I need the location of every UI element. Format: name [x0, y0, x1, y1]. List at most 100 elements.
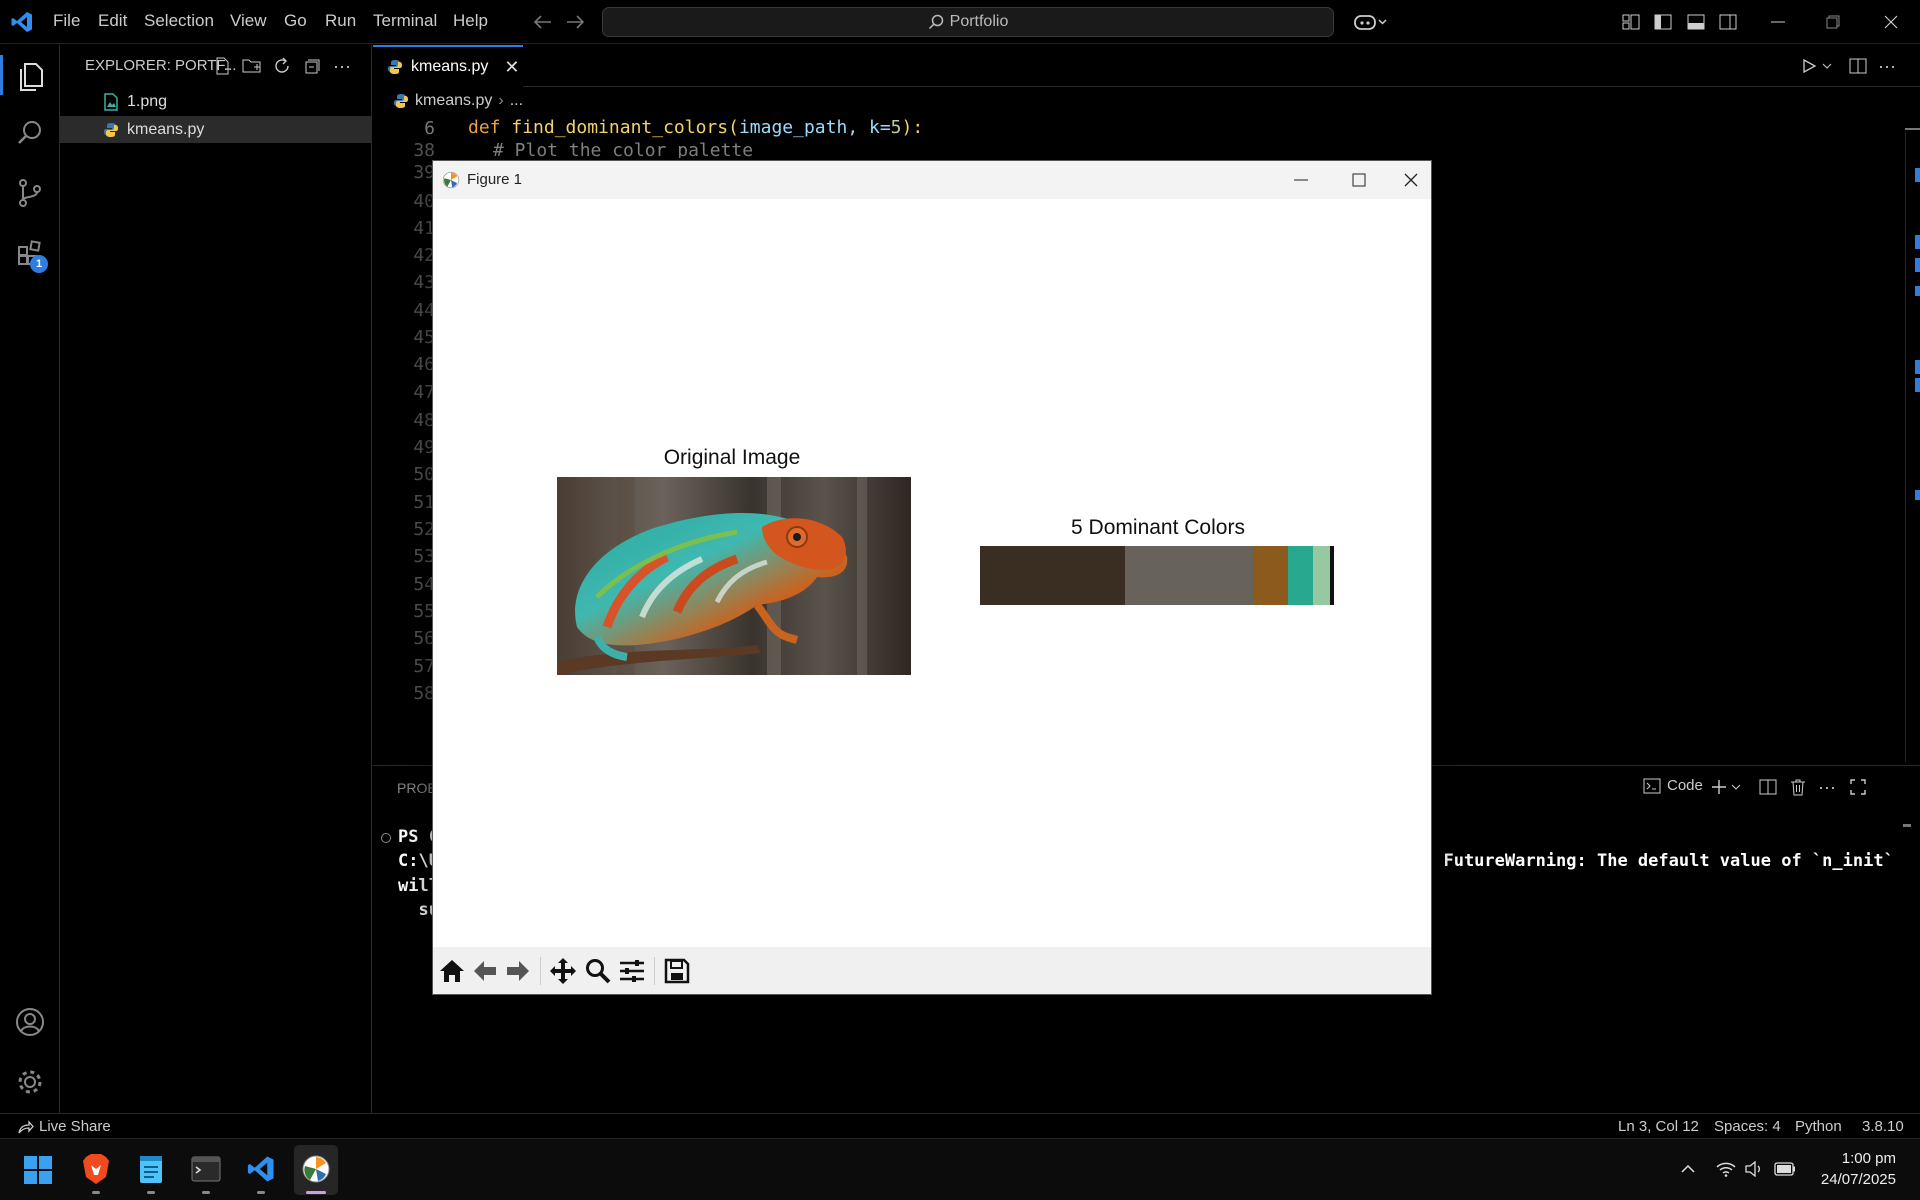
editor-scrollbar[interactable]	[1905, 132, 1906, 762]
minimize-window-icon[interactable]	[1763, 10, 1793, 34]
volume-icon[interactable]	[1742, 1157, 1766, 1181]
palette-swatch	[1312, 546, 1331, 605]
show-hidden-icons-chevron-up-icon[interactable]	[1676, 1157, 1700, 1181]
brave-browser-icon[interactable]	[78, 1151, 114, 1187]
menu-selection[interactable]: Selection	[144, 11, 214, 31]
taskbar-time[interactable]: 1:00 pm	[1808, 1150, 1896, 1167]
tab-problems[interactable]: PROB	[397, 780, 437, 796]
forward-arrow-icon[interactable]	[562, 10, 588, 34]
command-center-search[interactable]: Portfolio	[602, 7, 1334, 37]
command-center-label: Portfolio	[949, 13, 1009, 30]
breadcrumb-file[interactable]: kmeans.py	[415, 92, 492, 110]
restore-window-icon[interactable]	[1818, 10, 1848, 34]
wifi-icon[interactable]	[1714, 1157, 1738, 1181]
line-number: 51	[413, 492, 435, 513]
code-args: image_path, k=	[738, 117, 891, 138]
tab-kmeans-py[interactable]: kmeans.py ✕	[373, 45, 523, 87]
line-number: 47	[413, 382, 435, 403]
terminal-dropdown-chevron-down-icon[interactable]	[1729, 776, 1743, 798]
line-number: 54	[413, 574, 435, 595]
source-control-icon[interactable]	[10, 173, 50, 213]
figure-maximize-icon[interactable]	[1339, 165, 1379, 195]
windows-start-icon[interactable]	[20, 1152, 56, 1188]
maximize-panel-icon[interactable]	[1847, 776, 1869, 798]
menu-view[interactable]: View	[230, 11, 267, 31]
copilot-icon[interactable]	[1350, 9, 1390, 35]
new-file-icon[interactable]	[212, 55, 234, 77]
menu-terminal[interactable]: Terminal	[373, 11, 437, 31]
close-tab-icon[interactable]: ✕	[504, 57, 519, 78]
vscode-taskbar-icon[interactable]	[243, 1151, 279, 1187]
new-terminal-plus-icon[interactable]	[1709, 776, 1729, 798]
windows-taskbar: 1:00 pm 24/07/2025	[0, 1138, 1920, 1200]
kill-terminal-trash-icon[interactable]	[1787, 776, 1809, 798]
search-icon[interactable]	[10, 113, 50, 153]
figure-minimize-icon[interactable]	[1281, 165, 1321, 195]
battery-icon[interactable]	[1772, 1157, 1798, 1181]
explorer-icon[interactable]	[10, 57, 50, 97]
split-terminal-icon[interactable]	[1757, 776, 1779, 798]
toggle-secondary-sidebar-icon[interactable]	[1717, 11, 1739, 33]
matplotlib-figure-icon[interactable]	[298, 1151, 334, 1187]
menu-run[interactable]: Run	[325, 11, 356, 31]
notepad-icon[interactable]	[133, 1151, 169, 1187]
live-share-button[interactable]: Live Share	[18, 1118, 111, 1135]
taskbar-date[interactable]: 24/07/2025	[1808, 1171, 1896, 1188]
split-editor-icon[interactable]	[1847, 55, 1869, 77]
back-arrow-icon[interactable]	[470, 956, 500, 986]
editor-more-actions-icon[interactable]: ···	[1876, 55, 1898, 77]
figure-toolbar	[433, 947, 1431, 994]
menu-help[interactable]: Help	[453, 11, 488, 31]
menu-go[interactable]: Go	[284, 11, 307, 31]
run-python-icon[interactable]	[1798, 55, 1820, 77]
indentation[interactable]: Spaces: 4	[1714, 1118, 1781, 1135]
customize-layout-icon[interactable]	[1620, 11, 1642, 33]
toolbar-separator	[654, 957, 655, 985]
new-folder-icon[interactable]	[241, 55, 263, 77]
breadcrumb-symbol[interactable]: ...	[510, 92, 523, 110]
cursor-position[interactable]: Ln 3, Col 12	[1618, 1118, 1699, 1135]
python-interpreter-version[interactable]: 3.8.10	[1862, 1118, 1904, 1135]
language-mode[interactable]: Python	[1795, 1118, 1842, 1135]
line-number: 45	[413, 327, 435, 348]
terminal-app-icon[interactable]	[188, 1151, 224, 1187]
line-number: 41	[413, 218, 435, 239]
line-number: 46	[413, 354, 435, 375]
collapse-all-icon[interactable]	[301, 55, 323, 77]
zoom-magnifier-icon[interactable]	[583, 956, 613, 986]
menu-file[interactable]: File	[53, 11, 80, 31]
live-share-label: Live Share	[39, 1118, 111, 1135]
forward-arrow-icon[interactable]	[503, 956, 533, 986]
scrollbar-change-marker	[1915, 286, 1920, 296]
figure-close-icon[interactable]	[1391, 165, 1431, 195]
file-item-1-png[interactable]: 1.png	[60, 88, 372, 115]
run-dropdown-chevron-down-icon[interactable]	[1819, 55, 1835, 77]
more-actions-icon[interactable]: ···	[330, 55, 354, 77]
home-icon[interactable]	[437, 956, 467, 986]
back-arrow-icon[interactable]	[530, 10, 556, 34]
sticky-code-line: def find_dominant_colors(image_path, k=5…	[468, 117, 924, 138]
line-number: 57	[413, 656, 435, 677]
file-item-kmeans-py[interactable]: kmeans.py	[60, 116, 372, 143]
menu-edit[interactable]: Edit	[98, 11, 127, 31]
panel-more-actions-icon[interactable]: ···	[1816, 776, 1838, 798]
configure-subplots-icon[interactable]	[617, 956, 647, 986]
scrollbar-change-marker	[1915, 360, 1920, 374]
toggle-panel-icon[interactable]	[1685, 11, 1707, 33]
original-image-title: Original Image	[663, 446, 801, 469]
figure-title-bar[interactable]: Figure 1	[433, 161, 1431, 199]
line-number: 43	[413, 272, 435, 293]
refresh-icon[interactable]	[271, 55, 293, 77]
terminal-selector[interactable]: Code	[1643, 777, 1703, 794]
pan-move-icon[interactable]	[548, 956, 578, 986]
code-end: ):	[901, 117, 924, 138]
save-figure-icon[interactable]	[662, 956, 692, 986]
code-comment: # Plot the color palette	[493, 140, 754, 158]
settings-gear-icon[interactable]	[10, 1062, 50, 1102]
figure-window-title: Figure 1	[467, 171, 523, 188]
accounts-icon[interactable]	[10, 1002, 50, 1042]
toggle-primary-sidebar-icon[interactable]	[1652, 11, 1674, 33]
terminal-scrollbar[interactable]	[1903, 824, 1911, 827]
dominant-colors-palette	[980, 546, 1334, 605]
close-window-icon[interactable]	[1876, 10, 1906, 34]
